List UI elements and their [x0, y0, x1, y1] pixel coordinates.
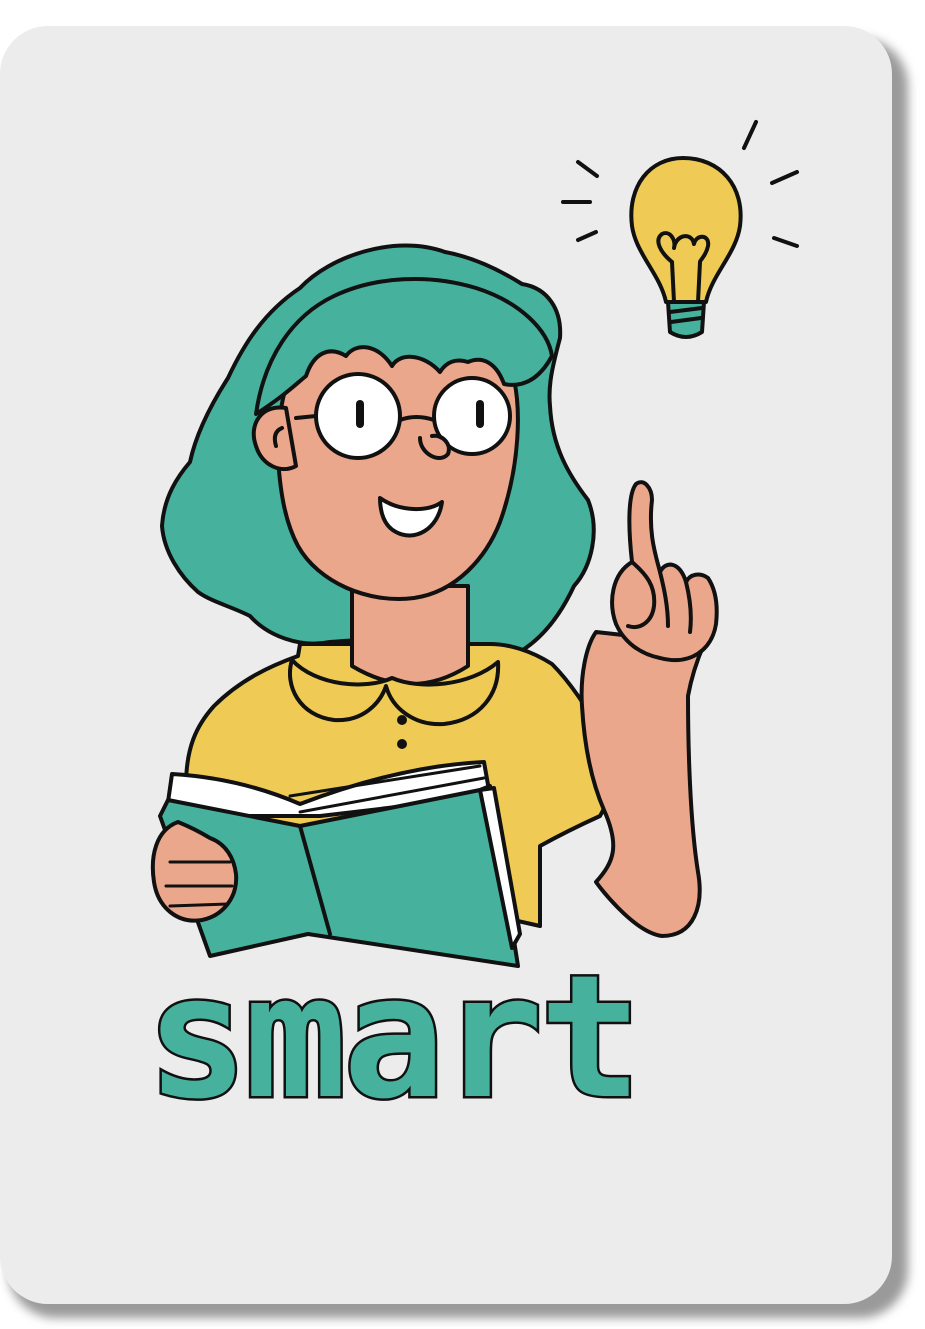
raised-arm [579, 630, 706, 938]
word-label: smart [144, 971, 645, 1140]
face [275, 321, 520, 601]
flashcard-stage: smart [0, 0, 925, 1329]
pointing-hand [610, 480, 719, 663]
neck [350, 584, 470, 686]
lightbulb-icon [561, 120, 799, 339]
flashcard[interactable]: smart [0, 26, 892, 1304]
card-word: smart [146, 971, 638, 1137]
